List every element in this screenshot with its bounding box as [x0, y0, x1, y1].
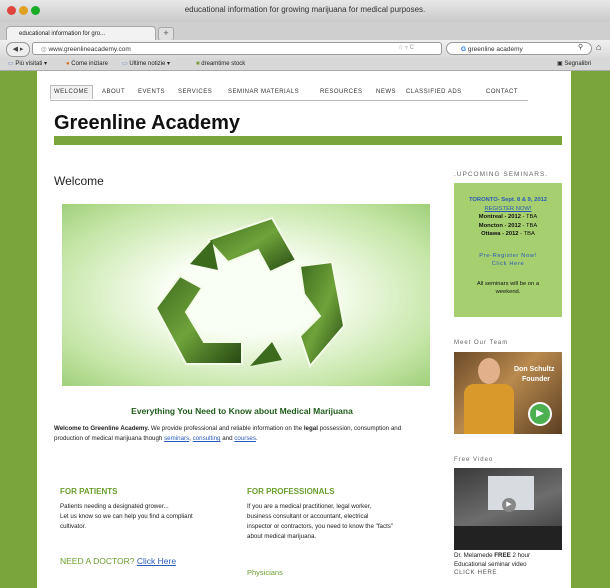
firefox-icon: ●	[66, 61, 70, 67]
video-play-icon: ▶	[502, 498, 516, 512]
person-body	[464, 384, 514, 434]
window-titlebar: educational information for growing mari…	[0, 0, 610, 23]
nav-resources[interactable]: RESOURCES	[320, 89, 363, 95]
team-video-thumbnail[interactable]: Don Schultz Founder ▶	[454, 352, 562, 434]
seminar-video-thumbnail[interactable]: ▶	[454, 468, 562, 550]
click-here-link[interactable]: Click Here	[454, 260, 562, 269]
site-title[interactable]: Greenline Academy	[54, 112, 240, 135]
url-text: www.greenlineacademy.com	[48, 46, 131, 53]
seminars-link[interactable]: seminars	[164, 435, 189, 442]
bookmark-dreamtime-stock[interactable]: ■ dreamtime stock	[196, 58, 245, 70]
bookmark-come-iniziare[interactable]: ● Come iniziare	[66, 58, 108, 70]
recycle-leaf-icon	[154, 216, 346, 368]
patients-text: Patients needing a designated grower... …	[60, 503, 193, 530]
seminars-box: TORONTO- Sept. 8 & 9, 2012 REGISTER NOW!…	[454, 183, 562, 317]
toronto-seminar: TORONTO- Sept. 8 & 9, 2012	[468, 197, 548, 203]
physicians-heading: Physicians	[247, 568, 283, 577]
bookmarks-menu[interactable]: ▣ Segnalibri	[557, 58, 591, 70]
home-icon[interactable]: ⌂	[596, 42, 601, 52]
professionals-heading: FOR PROFESSIONALS	[247, 487, 335, 496]
page-heading: Welcome	[54, 174, 104, 188]
audience	[454, 526, 562, 550]
need-doctor-link[interactable]: Click Here	[137, 556, 176, 566]
rss-icon: ▭	[122, 61, 128, 67]
site-navigation: WELCOME ABOUT EVENTS SERVICES SEMINAR MA…	[50, 85, 528, 101]
bookmarks-bar: ▭ Più visitati ▾ ● Come iniziare ▭ Ultim…	[0, 58, 610, 71]
nav-contact[interactable]: CONTACT	[486, 89, 518, 95]
register-now-link[interactable]: REGISTER NOW!	[454, 205, 562, 214]
bookmark-piu-visitati[interactable]: ▭ Più visitati ▾	[8, 58, 47, 70]
free-video-heading: Free Video	[454, 457, 494, 463]
ottawa-seminar: Ottawa - 2012 - TBA	[481, 231, 535, 237]
nav-events[interactable]: EVENTS	[138, 89, 165, 95]
video-click-here-link[interactable]: CLICK HERE	[454, 569, 564, 578]
nav-about[interactable]: ABOUT	[102, 89, 125, 95]
search-engine-icon: G	[461, 46, 467, 53]
pre-register-link[interactable]: Pre-Register Now!	[454, 252, 562, 261]
meet-team-heading: Meet Our Team	[454, 340, 509, 346]
play-icon: ▶	[528, 402, 552, 426]
patients-heading: FOR PATIENTS	[60, 487, 118, 496]
montreal-seminar: Montreal - 2012 - TBA	[478, 214, 538, 220]
nav-seminar-materials[interactable]: SEMINAR MATERIALS	[228, 89, 299, 95]
professionals-text: If you are a medical practitioner, legal…	[247, 503, 394, 540]
nav-news[interactable]: NEWS	[376, 89, 396, 95]
consulting-link[interactable]: consulting	[193, 435, 221, 442]
team-name: Don Schultz	[514, 366, 555, 373]
nav-services[interactable]: SERVICES	[178, 89, 212, 95]
courses-link[interactable]: courses	[234, 435, 256, 442]
nav-classified-ads[interactable]: CLASSIFIED ADS	[406, 89, 462, 95]
search-field[interactable]: G greenline academy	[446, 42, 592, 55]
brand-divider	[54, 136, 562, 145]
window-title: educational information for growing mari…	[184, 5, 426, 14]
address-bar[interactable]: ◎ www.greenlineacademy.com	[32, 42, 442, 55]
video-caption: Dr. Melamede FREE 2 hour Educational sem…	[454, 552, 564, 578]
bookmark-page-icon: ■	[196, 61, 200, 67]
main-headline: Everything You Need to Know about Medica…	[131, 406, 353, 416]
nav-welcome[interactable]: WELCOME	[50, 85, 93, 99]
bookmarks-menu-icon: ▣	[557, 61, 563, 67]
bookmark-folder-icon: ▭	[8, 61, 14, 67]
upcoming-seminars-heading: .UPCOMING SEMINARS.	[454, 171, 549, 178]
new-tab-button[interactable]: +	[158, 27, 174, 41]
search-value: greenline academy	[467, 46, 523, 53]
team-role: Founder	[522, 376, 550, 383]
moncton-seminar: Moncton - 2012 - TBA	[478, 222, 538, 229]
reload-icon[interactable]: ☆ ▿ C	[398, 44, 414, 51]
search-icon[interactable]: ⚲	[578, 43, 583, 51]
browser-tab[interactable]: educational information for gro...	[6, 26, 156, 40]
back-forward-button[interactable]: ◀ ▸	[6, 42, 30, 57]
person-head	[478, 358, 500, 384]
bookmark-ultime-notizie[interactable]: ▭ Ultime notizie ▾	[122, 58, 170, 70]
weekend-note: All seminars will be on a	[476, 280, 540, 287]
need-doctor: NEED A DOCTOR? Click Here	[60, 556, 177, 566]
intro-paragraph: Welcome to Greenline Academy. We provide…	[54, 425, 402, 442]
